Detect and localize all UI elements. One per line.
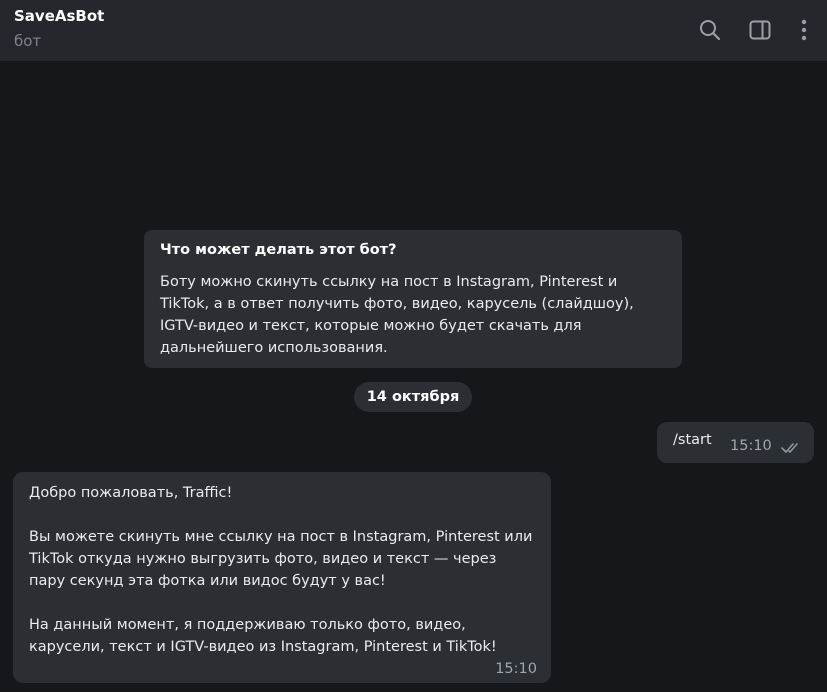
message-time: 15:10 — [730, 438, 772, 454]
message-paragraph: Вы можете скинуть мне ссылку на пост в I… — [29, 529, 533, 589]
chat-title[interactable]: SaveAsBot — [14, 7, 104, 25]
incoming-message[interactable]: Добро пожаловать, Traffic! Вы можете ски… — [13, 472, 551, 683]
double-check-icon — [781, 439, 803, 458]
sidebar-toggle-icon[interactable] — [746, 16, 774, 44]
chat-header: SaveAsBot бот — [0, 0, 827, 62]
message-paragraph: На данный момент, я поддерживаю только ф… — [29, 617, 497, 655]
message-text: /start — [673, 432, 712, 448]
message-time: 15:10 — [495, 661, 537, 677]
chat-subtitle: бот — [14, 32, 42, 50]
search-icon[interactable] — [696, 16, 724, 44]
date-separator: 14 октября — [354, 382, 472, 412]
chat-area[interactable]: Что может делать этот бот? Боту можно ск… — [0, 62, 827, 692]
message-text: Добро пожаловать, Traffic! Вы можете ски… — [29, 482, 535, 658]
bot-description-card: Что может делать этот бот? Боту можно ск… — [144, 230, 682, 368]
message-paragraph: Добро пожаловать, Traffic! — [29, 485, 233, 501]
outgoing-message[interactable]: /start 15:10 — [657, 422, 814, 463]
bot-description-title: Что может делать этот бот? — [160, 242, 397, 258]
bot-description-text: Боту можно скинуть ссылку на пост в Inst… — [160, 274, 634, 356]
more-vertical-icon[interactable] — [790, 16, 818, 44]
